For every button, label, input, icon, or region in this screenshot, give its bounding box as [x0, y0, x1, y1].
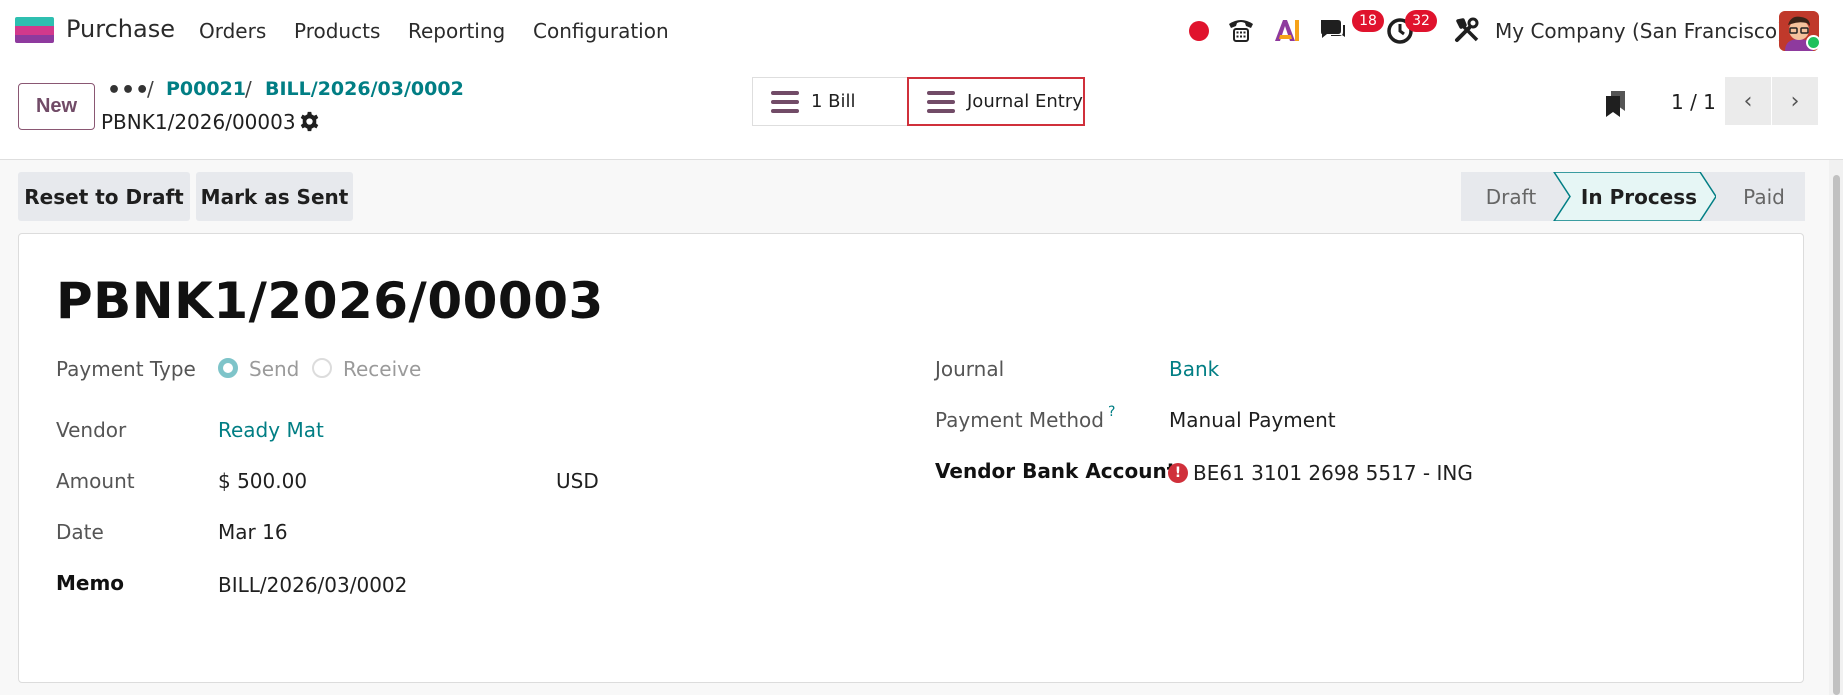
- activity-count-badge: 32: [1405, 10, 1437, 32]
- scrollbar-thumb[interactable]: [1833, 175, 1840, 695]
- company-switcher[interactable]: My Company (San Francisco): [1495, 19, 1785, 43]
- record-dot-icon[interactable]: [1189, 21, 1209, 41]
- status-draft[interactable]: Draft: [1461, 172, 1561, 221]
- gear-icon[interactable]: [299, 111, 320, 132]
- pager-next-button[interactable]: ›: [1772, 77, 1818, 125]
- memo-field[interactable]: BILL/2026/03/0002: [218, 573, 407, 597]
- chat-count-badge: 18: [1352, 10, 1384, 32]
- payment-type-send-label[interactable]: Send: [249, 357, 299, 381]
- currency-field[interactable]: USD: [556, 469, 599, 493]
- breadcrumb-separator: /: [147, 77, 154, 101]
- chat-icon[interactable]: [1318, 16, 1348, 44]
- journal-entry-smart-button[interactable]: Journal Entry: [907, 77, 1085, 126]
- vendor-bank-account-label: Vendor Bank Account: [935, 459, 1177, 483]
- menu-orders[interactable]: Orders: [199, 19, 266, 43]
- mark-as-sent-button[interactable]: Mark as Sent: [196, 172, 353, 221]
- payment-type-receive-radio[interactable]: [312, 358, 332, 378]
- help-icon[interactable]: ?: [1108, 404, 1115, 420]
- payment-method-field[interactable]: Manual Payment: [1169, 408, 1336, 432]
- memo-label: Memo: [56, 571, 125, 595]
- menu-reporting[interactable]: Reporting: [408, 19, 505, 43]
- amount-label: Amount: [56, 469, 135, 493]
- breadcrumb-purchase-order[interactable]: P00021: [166, 78, 246, 100]
- ai-icon[interactable]: [1272, 15, 1302, 45]
- amount-field[interactable]: $ 500.00: [218, 469, 307, 493]
- journal-label: Journal: [935, 357, 1005, 381]
- vendor-field[interactable]: Ready Mat: [218, 418, 324, 442]
- new-button[interactable]: New: [18, 83, 95, 130]
- online-status-dot: [1806, 35, 1821, 50]
- pager-previous-button[interactable]: ‹: [1725, 77, 1771, 125]
- breadcrumb-current-record: PBNK1/2026/00003: [101, 110, 296, 134]
- list-icon: [771, 90, 799, 113]
- status-paid[interactable]: Paid: [1723, 172, 1805, 221]
- list-icon: [927, 90, 955, 113]
- journal-field[interactable]: Bank: [1169, 357, 1219, 381]
- record-title: PBNK1/2026/00003: [56, 272, 604, 330]
- tools-icon[interactable]: [1453, 16, 1481, 44]
- breadcrumb-bill[interactable]: BILL/2026/03/0002: [265, 78, 464, 100]
- vendor-bank-account-field[interactable]: BE61 3101 2698 5517 - ING: [1193, 461, 1473, 485]
- date-field[interactable]: Mar 16: [218, 520, 288, 544]
- vendor-label: Vendor: [56, 418, 127, 442]
- menu-products[interactable]: Products: [294, 19, 380, 43]
- reset-to-draft-button[interactable]: Reset to Draft: [18, 172, 190, 221]
- breadcrumb-separator: /: [245, 77, 252, 101]
- more-actions-icon[interactable]: •••: [107, 78, 149, 103]
- top-navbar: Purchase Orders Products Reporting Confi…: [0, 0, 1843, 62]
- date-label: Date: [56, 520, 104, 544]
- status-in-process[interactable]: In Process: [1566, 172, 1712, 221]
- phone-icon[interactable]: [1226, 15, 1256, 45]
- bookmark-icon[interactable]: [1603, 89, 1629, 119]
- warning-icon: !: [1168, 463, 1188, 483]
- bill-smart-button[interactable]: 1 Bill: [752, 77, 908, 126]
- menu-configuration[interactable]: Configuration: [533, 19, 669, 43]
- bill-smart-button-label: 1 Bill: [811, 91, 856, 112]
- payment-type-label: Payment Type: [56, 357, 196, 381]
- pager-value[interactable]: 1 / 1: [1671, 90, 1716, 114]
- app-logo[interactable]: [15, 17, 54, 43]
- payment-type-send-radio[interactable]: [218, 358, 238, 378]
- app-name[interactable]: Purchase: [66, 15, 175, 43]
- journal-entry-smart-button-label: Journal Entry: [967, 91, 1083, 112]
- payment-method-label: Payment Method: [935, 408, 1104, 432]
- payment-type-receive-label[interactable]: Receive: [343, 357, 421, 381]
